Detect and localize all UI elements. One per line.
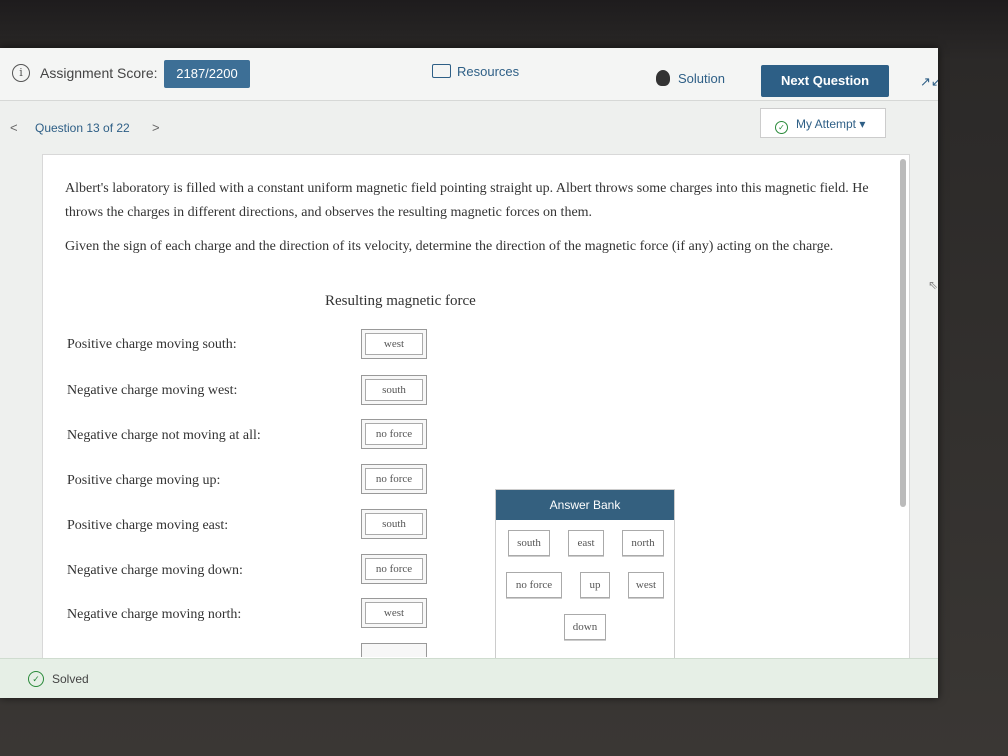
- row-label: Negative charge moving west:: [67, 383, 238, 398]
- chevron-right-icon[interactable]: >: [152, 120, 160, 135]
- row-label: Positive charge moving up:: [67, 473, 221, 488]
- answer-slot[interactable]: south: [361, 509, 427, 539]
- resources-button[interactable]: Resources: [432, 64, 519, 79]
- score-badge: 2187/2200: [164, 60, 250, 88]
- question-counter[interactable]: Question 13 of 22: [35, 121, 130, 135]
- row-label: Negative charge not moving at all:: [67, 428, 261, 443]
- info-icon[interactable]: i: [12, 64, 30, 82]
- bank-chip[interactable]: north: [622, 530, 664, 556]
- answer-chip[interactable]: no force: [365, 468, 423, 490]
- resources-label: Resources: [457, 64, 520, 79]
- answer-slot[interactable]: no force: [361, 419, 427, 449]
- answer-chip[interactable]: west: [365, 333, 423, 355]
- question-paragraph-2: Given the sign of each charge and the di…: [65, 239, 834, 254]
- answer-chip[interactable]: no force: [365, 423, 423, 445]
- row-label: Negative charge moving north:: [67, 607, 242, 622]
- answer-chip[interactable]: south: [365, 379, 423, 401]
- bank-chip[interactable]: east: [568, 530, 604, 556]
- solution-label: Solution: [678, 71, 725, 86]
- column-header: Resulting magnetic force: [325, 293, 476, 309]
- answer-bank-title: Answer Bank: [496, 490, 674, 520]
- next-question-button[interactable]: Next Question: [761, 65, 889, 97]
- answer-slot[interactable]: no force: [361, 464, 427, 494]
- bank-chip[interactable]: west: [628, 572, 664, 598]
- bank-chip[interactable]: south: [508, 530, 550, 556]
- row-label: Negative charge moving down:: [67, 563, 243, 578]
- answer-chip[interactable]: west: [365, 602, 423, 624]
- solution-button[interactable]: Solution: [656, 70, 725, 86]
- check-circle-icon: ✓: [28, 671, 44, 687]
- question-paragraph-1: Albert's laboratory is filled with a con…: [65, 181, 869, 220]
- chevron-left-icon[interactable]: <: [10, 120, 18, 135]
- row-label: Positive charge moving south:: [67, 337, 237, 352]
- row-label: Positive charge moving east:: [67, 518, 229, 533]
- bank-chip[interactable]: down: [564, 614, 606, 640]
- collapse-icon[interactable]: ↗↙: [920, 74, 938, 90]
- lightbulb-icon: [656, 70, 670, 86]
- answer-chip[interactable]: south: [365, 513, 423, 535]
- question-text: Albert's laboratory is filled with a con…: [65, 177, 875, 269]
- my-attempt-dropdown[interactable]: ✓ My Attempt ▾: [760, 108, 886, 138]
- mouse-cursor-icon: ⇖: [928, 278, 939, 292]
- answer-slot[interactable]: [361, 643, 427, 657]
- check-circle-icon: ✓: [775, 121, 788, 134]
- app-window: i Assignment Score: 2187/2200 Resources …: [0, 48, 938, 698]
- top-bar: i Assignment Score: 2187/2200 Resources …: [0, 48, 938, 101]
- answer-slot[interactable]: south: [361, 375, 427, 405]
- status-bar: ✓ Solved: [0, 658, 938, 698]
- attempt-label: My Attempt ▾: [796, 117, 866, 131]
- answer-slot[interactable]: no force: [361, 554, 427, 584]
- folder-icon: [432, 64, 451, 78]
- scrollbar[interactable]: [900, 159, 906, 507]
- solved-label: Solved: [52, 672, 89, 686]
- bank-chip[interactable]: no force: [506, 572, 562, 598]
- score-label: Assignment Score:: [40, 65, 158, 81]
- bank-chip[interactable]: up: [580, 572, 610, 598]
- answer-slot[interactable]: west: [361, 329, 427, 359]
- answer-chip[interactable]: no force: [365, 558, 423, 580]
- answer-slot[interactable]: west: [361, 598, 427, 628]
- question-panel: Albert's laboratory is filled with a con…: [42, 154, 910, 698]
